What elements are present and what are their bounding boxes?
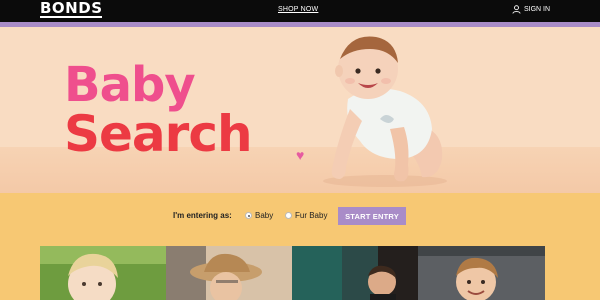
start-entry-button[interactable]: START ENTRY bbox=[338, 207, 406, 225]
user-icon bbox=[512, 5, 521, 14]
baby-portrait-1 bbox=[40, 246, 166, 300]
hero-title-search: Search bbox=[64, 105, 253, 163]
hero-banner: Baby Search ♥ bbox=[0, 27, 600, 193]
baby-photo bbox=[323, 36, 447, 187]
gallery-photo-3[interactable] bbox=[292, 246, 418, 300]
baby-portrait-4 bbox=[418, 246, 545, 300]
radio-fur-baby-label: Fur Baby bbox=[295, 211, 328, 220]
entering-as-label: I'm entering as: bbox=[173, 211, 232, 220]
baby-portrait-2 bbox=[166, 246, 292, 300]
top-navigation-bar: BONDS SHOP NOW SIGN IN bbox=[0, 0, 600, 22]
radio-fur-baby[interactable]: Fur Baby bbox=[285, 211, 327, 220]
sign-in-label: SIGN IN bbox=[524, 6, 551, 13]
gallery-photo-2[interactable] bbox=[166, 246, 292, 300]
logo-underline bbox=[40, 16, 102, 18]
radio-baby-label: Baby bbox=[255, 211, 274, 220]
hero-title-baby: Baby bbox=[64, 57, 196, 113]
sign-in-link[interactable]: SIGN IN bbox=[512, 5, 550, 14]
bonds-logo[interactable]: BONDS bbox=[40, 1, 103, 16]
heart-icon: ♥ bbox=[296, 147, 305, 163]
radio-selected-icon bbox=[245, 212, 252, 219]
entries-gallery bbox=[40, 246, 545, 300]
gallery-photo-1[interactable] bbox=[40, 246, 166, 300]
gallery-photo-4[interactable] bbox=[418, 246, 545, 300]
radio-baby[interactable]: Baby bbox=[245, 211, 273, 220]
shop-now-link[interactable]: SHOP NOW bbox=[278, 6, 318, 13]
baby-portrait-3 bbox=[292, 246, 418, 300]
radio-unselected-icon bbox=[285, 212, 292, 219]
